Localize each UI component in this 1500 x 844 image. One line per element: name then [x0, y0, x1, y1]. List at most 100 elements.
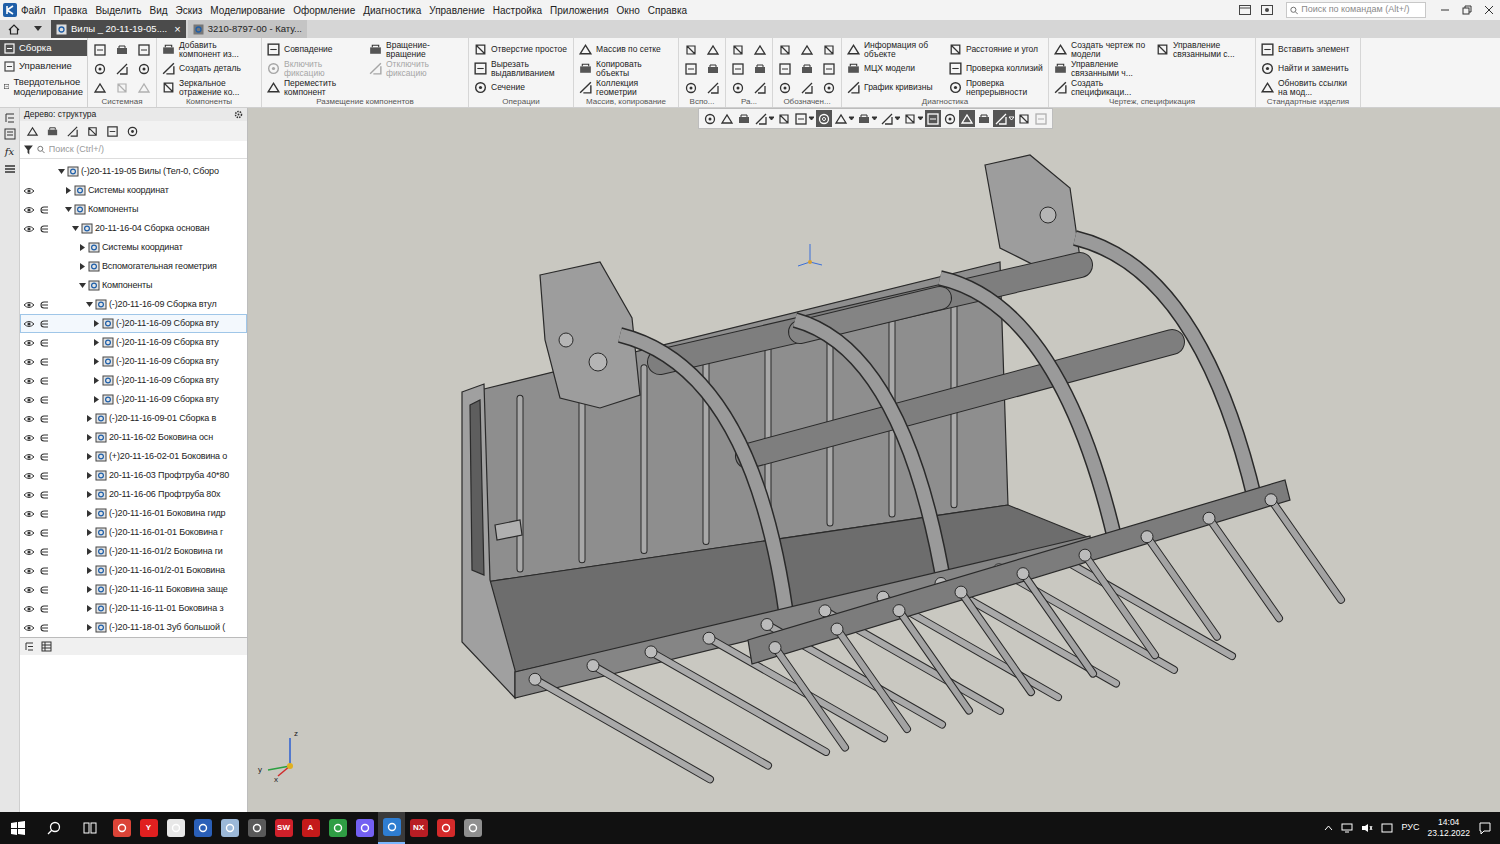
- view-toolbar-button[interactable]: [902, 110, 924, 127]
- ribbon-icon-button[interactable]: [683, 78, 699, 97]
- taskbar-app[interactable]: [432, 812, 459, 844]
- taskbar-app[interactable]: [351, 812, 378, 844]
- ribbon-button[interactable]: Зеркальное отражение ко...: [161, 78, 257, 97]
- tree-row[interactable]: (-)20-11-16-09 Сборка вту: [20, 390, 247, 409]
- menu-item[interactable]: Диагностика: [359, 3, 425, 18]
- ribbon-button[interactable]: Вставить элемент: [1260, 40, 1356, 59]
- tree-tool-button[interactable]: [124, 125, 140, 138]
- tree-row[interactable]: (-)20-11-16-09 Сборка вту: [20, 352, 247, 371]
- ribbon-button[interactable]: Отверстие простое: [473, 40, 569, 59]
- settings-button[interactable]: [1256, 1, 1278, 19]
- tree-row[interactable]: (-)20-11-16-01-01 Боковина г: [20, 523, 247, 542]
- taskbar-app[interactable]: A: [297, 812, 324, 844]
- command-search[interactable]: [1286, 2, 1426, 18]
- visibility-toggle[interactable]: [23, 318, 35, 330]
- tree-row[interactable]: 20-11-16-02 Боковина осн: [20, 428, 247, 447]
- tree-tool-button[interactable]: [104, 125, 120, 138]
- menu-item[interactable]: Справка: [644, 3, 691, 18]
- tree-row[interactable]: Системы координат: [20, 181, 247, 200]
- visibility-toggle[interactable]: [23, 546, 35, 558]
- include-toggle[interactable]: [39, 470, 51, 482]
- ribbon-button[interactable]: Сечение: [473, 78, 569, 97]
- include-toggle[interactable]: [39, 508, 51, 520]
- ribbon-button[interactable]: Найти и заменить: [1260, 59, 1356, 78]
- tree-row[interactable]: 20-11-16-03 Профтруба 40*80: [20, 466, 247, 485]
- language-indicator[interactable]: РУС: [1401, 821, 1419, 835]
- view-toolbar-button[interactable]: [702, 110, 718, 127]
- home-button[interactable]: [3, 20, 25, 38]
- include-toggle[interactable]: [39, 318, 51, 330]
- ribbon-icon-button[interactable]: [777, 59, 793, 78]
- tree-row[interactable]: Вспомогательная геометрия: [20, 257, 247, 276]
- include-toggle[interactable]: [39, 299, 51, 311]
- ribbon-icon-button[interactable]: [752, 40, 768, 59]
- layout-button[interactable]: [1234, 1, 1256, 19]
- visibility-toggle[interactable]: [23, 584, 35, 596]
- ribbon-button[interactable]: Проверка коллизий: [948, 59, 1044, 78]
- include-toggle[interactable]: [39, 185, 51, 197]
- visibility-toggle[interactable]: [23, 508, 35, 520]
- view-toolbar-button[interactable]: [1016, 110, 1032, 127]
- document-tab[interactable]: 3210-8797-00 - Кату...: [188, 20, 307, 38]
- tree-row[interactable]: (-)20-11-16-09 Сборка вту: [20, 371, 247, 390]
- ribbon-icon-button[interactable]: [92, 59, 108, 78]
- menu-item[interactable]: Настройка: [489, 3, 546, 18]
- tree-row[interactable]: (-)20-11-16-09 Сборка вту: [20, 314, 247, 333]
- taskbar-app[interactable]: [216, 812, 243, 844]
- ribbon-icon-button[interactable]: [683, 40, 699, 59]
- tree-tool-button[interactable]: [64, 125, 80, 138]
- ribbon-icon-button[interactable]: [821, 59, 837, 78]
- taskbar-app[interactable]: SW: [270, 812, 297, 844]
- tree-row[interactable]: (-)20-11-16-01/2 Боковина ги: [20, 542, 247, 561]
- view-toolbar-button[interactable]: [942, 110, 958, 127]
- view-toolbar-button[interactable]: [993, 110, 1015, 127]
- visibility-toggle[interactable]: [23, 413, 35, 425]
- visibility-toggle[interactable]: [23, 603, 35, 615]
- view-toolbar-button[interactable]: [816, 110, 832, 127]
- ribbon-button[interactable]: Вырезать выдавливанием: [473, 59, 569, 78]
- search-button[interactable]: [36, 812, 72, 844]
- visibility-toggle[interactable]: [23, 337, 35, 349]
- include-toggle[interactable]: [39, 280, 51, 292]
- include-toggle[interactable]: [39, 223, 51, 235]
- tree-search-input[interactable]: [49, 143, 243, 157]
- ribbon-button[interactable]: Создать чертеж по модели: [1053, 40, 1149, 59]
- ribbon-icon-button[interactable]: [777, 78, 793, 97]
- tree-row[interactable]: (+)20-11-16-02-01 Боковина о: [20, 447, 247, 466]
- taskbar-app[interactable]: NX: [405, 812, 432, 844]
- include-toggle[interactable]: [39, 527, 51, 539]
- view-toolbar-button[interactable]: [879, 110, 901, 127]
- ribbon-icon-button[interactable]: [752, 78, 768, 97]
- taskbar-app[interactable]: [243, 812, 270, 844]
- menu-item[interactable]: Управление: [425, 3, 489, 18]
- ribbon-icon-button[interactable]: [114, 40, 130, 59]
- visibility-toggle[interactable]: [23, 394, 35, 406]
- tree-row[interactable]: Компоненты: [20, 276, 247, 295]
- tree-tool-button[interactable]: [84, 125, 100, 138]
- ribbon-icon-button[interactable]: [705, 59, 721, 78]
- close-button[interactable]: [1478, 1, 1500, 19]
- include-toggle[interactable]: [39, 375, 51, 387]
- clock[interactable]: 14:0423.12.2022: [1427, 817, 1470, 839]
- menu-item[interactable]: Приложения: [546, 3, 613, 18]
- tab-close-button[interactable]: ×: [171, 21, 180, 38]
- include-toggle[interactable]: [39, 204, 51, 216]
- ribbon-button[interactable]: Вращение-вращение: [368, 40, 464, 59]
- view-toolbar-button[interactable]: [793, 110, 815, 127]
- view-toolbar-button[interactable]: [776, 110, 792, 127]
- ribbon-button[interactable]: Создать спецификаци...: [1053, 78, 1149, 97]
- ribbon-icon-button[interactable]: [821, 78, 837, 97]
- ribbon-button[interactable]: Управление связанными ч...: [1053, 59, 1149, 78]
- menu-item[interactable]: Эскиз: [172, 3, 207, 18]
- ribbon-button[interactable]: МЦХ модели: [846, 59, 942, 78]
- visibility-toggle[interactable]: [23, 622, 35, 634]
- visibility-toggle[interactable]: [23, 261, 35, 273]
- include-toggle[interactable]: [39, 166, 51, 178]
- ribbon-button[interactable]: График кривизны: [846, 78, 942, 97]
- tree-row[interactable]: Системы координат: [20, 238, 247, 257]
- visibility-toggle[interactable]: [23, 242, 35, 254]
- ribbon-mode[interactable]: Управление: [0, 58, 87, 74]
- ribbon-mode[interactable]: Твердотельное моделирование: [0, 76, 87, 97]
- tree-row[interactable]: (-)20-11-16-09-01 Сборка в: [20, 409, 247, 428]
- ribbon-icon-button[interactable]: [136, 40, 152, 59]
